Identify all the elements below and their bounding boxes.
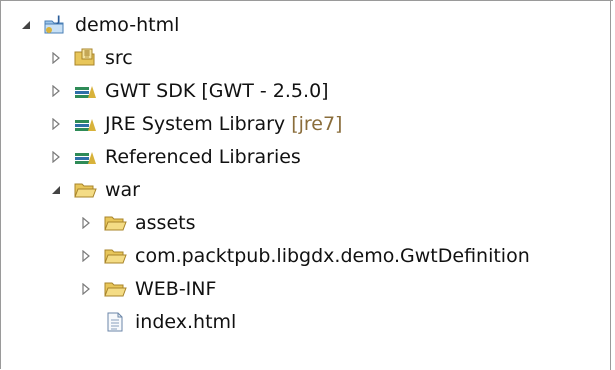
folder-icon (103, 245, 127, 267)
tree-item-assets[interactable]: assets (79, 207, 195, 239)
tree-item-referenced-libraries[interactable]: Referenced Libraries (49, 141, 301, 173)
tree-item-src[interactable]: src (49, 42, 133, 74)
html-file-icon (103, 311, 127, 333)
java-project-icon: J (43, 14, 67, 36)
expanded-arrow-icon[interactable] (19, 18, 33, 32)
tree-item-label: assets (135, 212, 196, 234)
tree-item-jre-system-library[interactable]: JRE System Library [jre7] (49, 108, 342, 140)
view-border (610, 0, 611, 370)
library-icon (73, 146, 97, 168)
tree-item-label: index.html (135, 311, 237, 333)
tree-item-demo-html[interactable]: J demo-html (19, 9, 179, 41)
tree-item-label: war (105, 179, 140, 201)
library-icon (73, 80, 97, 102)
tree-item-gwtdefinition[interactable]: com.packtpub.libgdx.demo.GwtDefinition (79, 240, 530, 272)
tree-item-label: Referenced Libraries (105, 146, 301, 168)
tree-item-label: GWT SDK [GWT - 2.5.0] (105, 80, 329, 102)
collapsed-arrow-icon[interactable] (79, 282, 93, 296)
tree-item-index-html[interactable]: index.html (103, 306, 236, 338)
folder-icon (103, 278, 127, 300)
library-icon (73, 113, 97, 135)
tree-item-label: com.packtpub.libgdx.demo.GwtDefinition (135, 245, 530, 267)
tree-item-label: src (105, 47, 133, 69)
tree-item-label: JRE System Library (105, 113, 286, 135)
collapsed-arrow-icon[interactable] (49, 117, 63, 131)
tree-item-war[interactable]: war (49, 174, 140, 206)
folder-icon (103, 212, 127, 234)
tree-item-web-inf[interactable]: WEB-INF (79, 273, 216, 305)
tree-item-gwt-sdk[interactable]: GWT SDK [GWT - 2.5.0] (49, 75, 329, 107)
tree-item-decoration: [jre7] (291, 113, 343, 135)
tree-item-label: WEB-INF (135, 278, 217, 300)
collapsed-arrow-icon[interactable] (49, 150, 63, 164)
svg-text:J: J (56, 15, 60, 25)
collapsed-arrow-icon[interactable] (49, 51, 63, 65)
folder-icon (73, 179, 97, 201)
package-explorer-tree: J demo-html src GWT SDK [GWT - 2.5.0] JR… (0, 0, 613, 369)
tree-item-label: demo-html (75, 14, 180, 36)
collapsed-arrow-icon[interactable] (79, 249, 93, 263)
source-folder-icon (73, 47, 97, 69)
expanded-arrow-icon[interactable] (49, 183, 63, 197)
collapsed-arrow-icon[interactable] (79, 216, 93, 230)
collapsed-arrow-icon[interactable] (49, 84, 63, 98)
